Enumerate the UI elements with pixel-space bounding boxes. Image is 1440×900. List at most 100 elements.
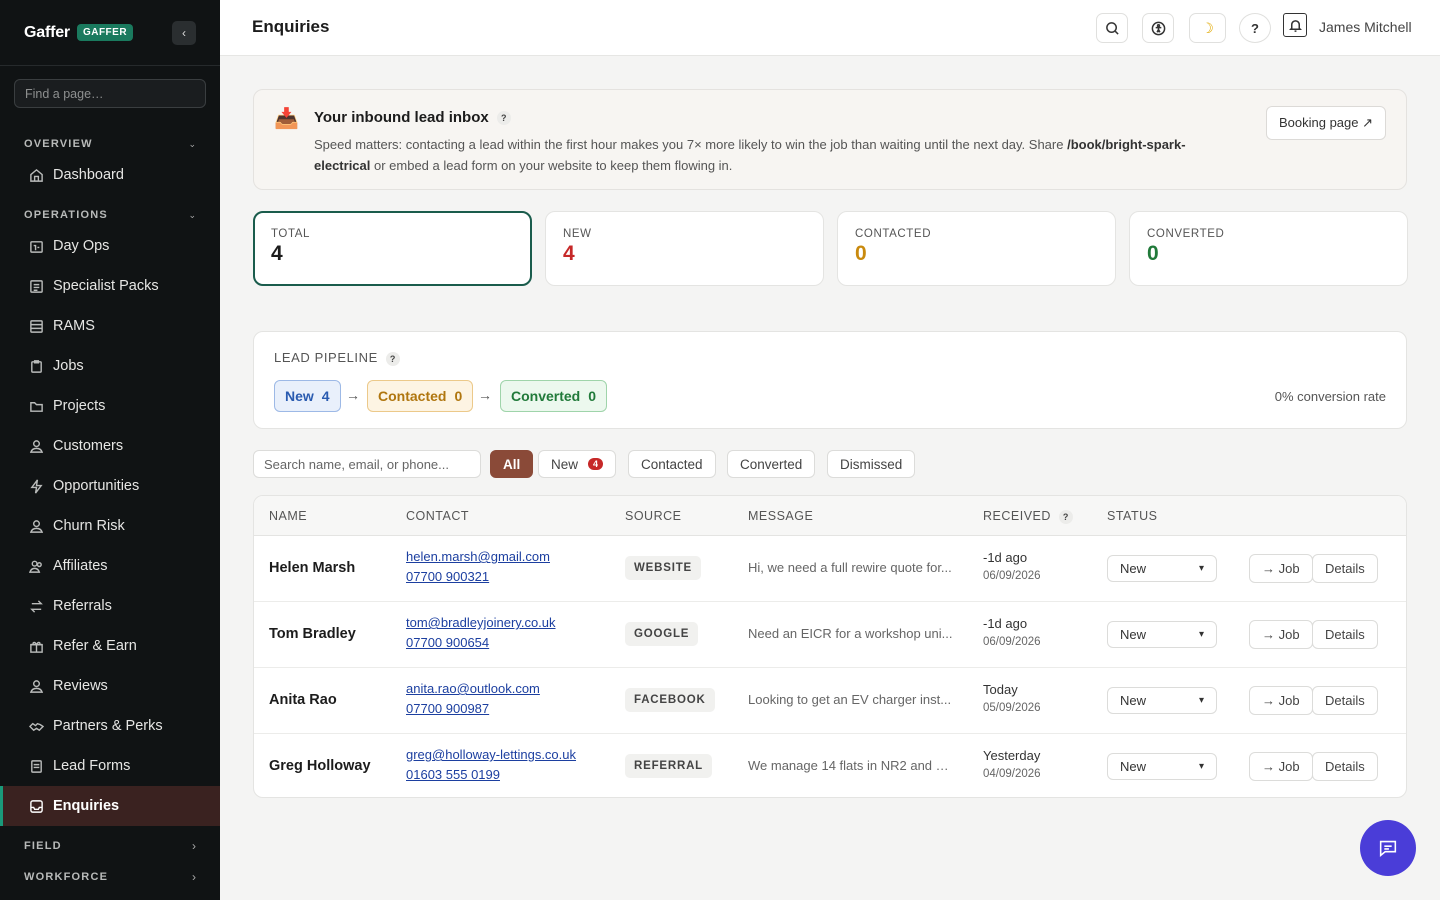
find-page-input[interactable] — [14, 79, 206, 108]
sidebar-item-partners-perks[interactable]: Partners & Perks — [0, 706, 220, 746]
details-button[interactable]: Details — [1312, 752, 1378, 781]
lead-phone-link[interactable]: 01603 555 0199 — [406, 767, 500, 782]
sidebar-item-affiliates[interactable]: Affiliates — [0, 546, 220, 586]
received-date: 05/09/2026 — [983, 702, 1041, 714]
lead-search-input[interactable] — [253, 450, 481, 478]
document-icon — [28, 318, 44, 334]
help-icon[interactable]: ? — [1058, 509, 1073, 524]
page-title: Enquiries — [252, 17, 330, 36]
brand-badge: GAFFER — [76, 24, 134, 41]
section-overview[interactable]: OVERVIEW — [24, 138, 196, 150]
pipeline-title-text: LEAD PIPELINE — [274, 350, 378, 365]
chevron-right-icon: › — [192, 870, 196, 884]
lead-message: Hi, we need a full rewire quote for... — [748, 560, 952, 575]
stat-converted[interactable]: CONVERTED 0 — [1129, 211, 1408, 286]
pipeline-stage-contacted[interactable]: Contacted 0 — [367, 380, 474, 412]
theme-toggle-button[interactable]: ☽ — [1189, 13, 1226, 43]
sidebar: Gaffer GAFFER ‹ OVERVIEW ⌄ Dashboard OPE… — [0, 0, 220, 900]
pipeline-stage-new[interactable]: New 4 — [274, 380, 341, 412]
details-button[interactable]: Details — [1312, 554, 1378, 583]
lead-phone-link[interactable]: 07700 900321 — [406, 569, 489, 584]
stat-contacted[interactable]: CONTACTED 0 — [837, 211, 1116, 286]
details-button[interactable]: Details — [1312, 686, 1378, 715]
banner-text-post: or embed a lead form on your website to … — [370, 158, 733, 173]
table-row[interactable]: Anita Rao anita.rao@outlook.com 07700 90… — [254, 668, 1406, 734]
stage-label: Contacted — [378, 388, 447, 404]
status-select[interactable]: New ▾ — [1107, 753, 1217, 780]
filter-tab-all[interactable]: All — [490, 450, 534, 478]
chevron-right-icon: › — [192, 839, 196, 853]
lead-email-link[interactable]: tom@bradleyjoinery.co.uk — [406, 615, 556, 630]
pipeline-stage-converted[interactable]: Converted 0 — [500, 380, 608, 412]
filter-tab-label: Contacted — [641, 456, 703, 472]
sidebar-item-churn-risk[interactable]: Churn Risk — [0, 506, 220, 546]
filter-tab-dismissed[interactable]: Dismissed — [827, 450, 916, 478]
sidebar-item-specialist-packs[interactable]: Specialist Packs — [0, 266, 220, 306]
sidebar-item-rams[interactable]: RAMS — [0, 306, 220, 346]
help-button[interactable]: ? — [1239, 13, 1271, 43]
status-select[interactable]: New ▾ — [1107, 687, 1217, 714]
sidebar-item-referrals[interactable]: Referrals — [0, 586, 220, 626]
table-row[interactable]: Tom Bradley tom@bradleyjoinery.co.uk 077… — [254, 602, 1406, 668]
sidebar-item-jobs[interactable]: Jobs — [0, 346, 220, 386]
search-button[interactable] — [1096, 13, 1128, 43]
source-badge: REFERRAL — [625, 754, 713, 778]
convert-to-job-button[interactable]: → Job — [1249, 686, 1313, 715]
stat-value: 4 — [563, 242, 575, 265]
accessibility-button[interactable] — [1142, 13, 1174, 43]
status-select[interactable]: New ▾ — [1107, 621, 1217, 648]
stat-value: 0 — [1147, 242, 1159, 265]
table-row[interactable]: Greg Holloway greg@holloway-lettings.co.… — [254, 734, 1406, 797]
booking-page-button[interactable]: Booking page ↗ — [1265, 106, 1386, 140]
user-name[interactable]: James Mitchell — [1319, 19, 1412, 35]
status-select[interactable]: New ▾ — [1107, 555, 1217, 582]
sidebar-item-customers[interactable]: Customers — [0, 426, 220, 466]
filter-tab-label: Dismissed — [840, 456, 903, 472]
section-field[interactable]: FIELD — [24, 840, 196, 852]
sidebar-item-reviews[interactable]: Reviews — [0, 666, 220, 706]
user-icon — [28, 438, 44, 454]
sidebar-item-label: Day Ops — [53, 238, 110, 254]
stat-new[interactable]: NEW 4 — [545, 211, 824, 286]
section-operations[interactable]: OPERATIONS — [24, 209, 196, 221]
lead-phone-link[interactable]: 07700 900987 — [406, 701, 489, 716]
table-row[interactable]: Helen Marsh helen.marsh@gmail.com 07700 … — [254, 536, 1406, 602]
filter-tab-converted[interactable]: Converted — [727, 450, 816, 478]
section-overview-label: OVERVIEW — [24, 138, 93, 150]
stage-count: 4 — [321, 388, 330, 404]
sidebar-item-enquiries[interactable]: Enquiries — [0, 786, 220, 826]
received-date: 06/09/2026 — [983, 636, 1041, 648]
sidebar-item-dashboard[interactable]: Dashboard — [0, 155, 220, 195]
user-icon — [28, 678, 44, 694]
lead-phone-link[interactable]: 07700 900654 — [406, 635, 489, 650]
sidebar-item-label: Enquiries — [53, 798, 120, 814]
collapse-sidebar-button[interactable]: ‹ — [172, 21, 196, 45]
stage-label: New — [285, 388, 314, 404]
help-icon: ? — [1251, 20, 1259, 36]
convert-to-job-button[interactable]: → Job — [1249, 620, 1313, 649]
section-workforce[interactable]: WORKFORCE — [24, 871, 196, 883]
sidebar-item-lead-forms[interactable]: Lead Forms — [0, 746, 220, 786]
convert-to-job-button[interactable]: → Job — [1249, 752, 1313, 781]
sidebar-item-refer-earn[interactable]: Refer & Earn — [0, 626, 220, 666]
help-icon[interactable]: ? — [385, 351, 400, 366]
sidebar-item-opportunities[interactable]: Opportunities — [0, 466, 220, 506]
sidebar-item-projects[interactable]: Projects — [0, 386, 220, 426]
lead-email-link[interactable]: anita.rao@outlook.com — [406, 681, 540, 696]
details-button[interactable]: Details — [1312, 620, 1378, 649]
accessibility-icon — [1151, 21, 1166, 36]
lead-email-link[interactable]: helen.marsh@gmail.com — [406, 549, 550, 564]
lead-email-link[interactable]: greg@holloway-lettings.co.uk — [406, 747, 576, 762]
stat-total[interactable]: TOTAL 4 — [253, 211, 532, 286]
filter-tab-contacted[interactable]: Contacted — [628, 450, 716, 478]
filter-tab-new[interactable]: New 4 — [538, 450, 617, 478]
section-operations-label: OPERATIONS — [24, 209, 108, 221]
sidebar-item-day-ops[interactable]: Day Ops — [0, 226, 220, 266]
help-icon[interactable]: ? — [496, 111, 511, 126]
sidebar-item-label: RAMS — [53, 318, 95, 334]
notifications-button[interactable] — [1283, 13, 1307, 37]
banner-description: Speed matters: contacting a lead within … — [314, 134, 1234, 176]
chat-button[interactable] — [1360, 820, 1416, 876]
convert-to-job-button[interactable]: → Job — [1249, 554, 1313, 583]
chevron-down-icon: ⌄ — [188, 210, 196, 220]
